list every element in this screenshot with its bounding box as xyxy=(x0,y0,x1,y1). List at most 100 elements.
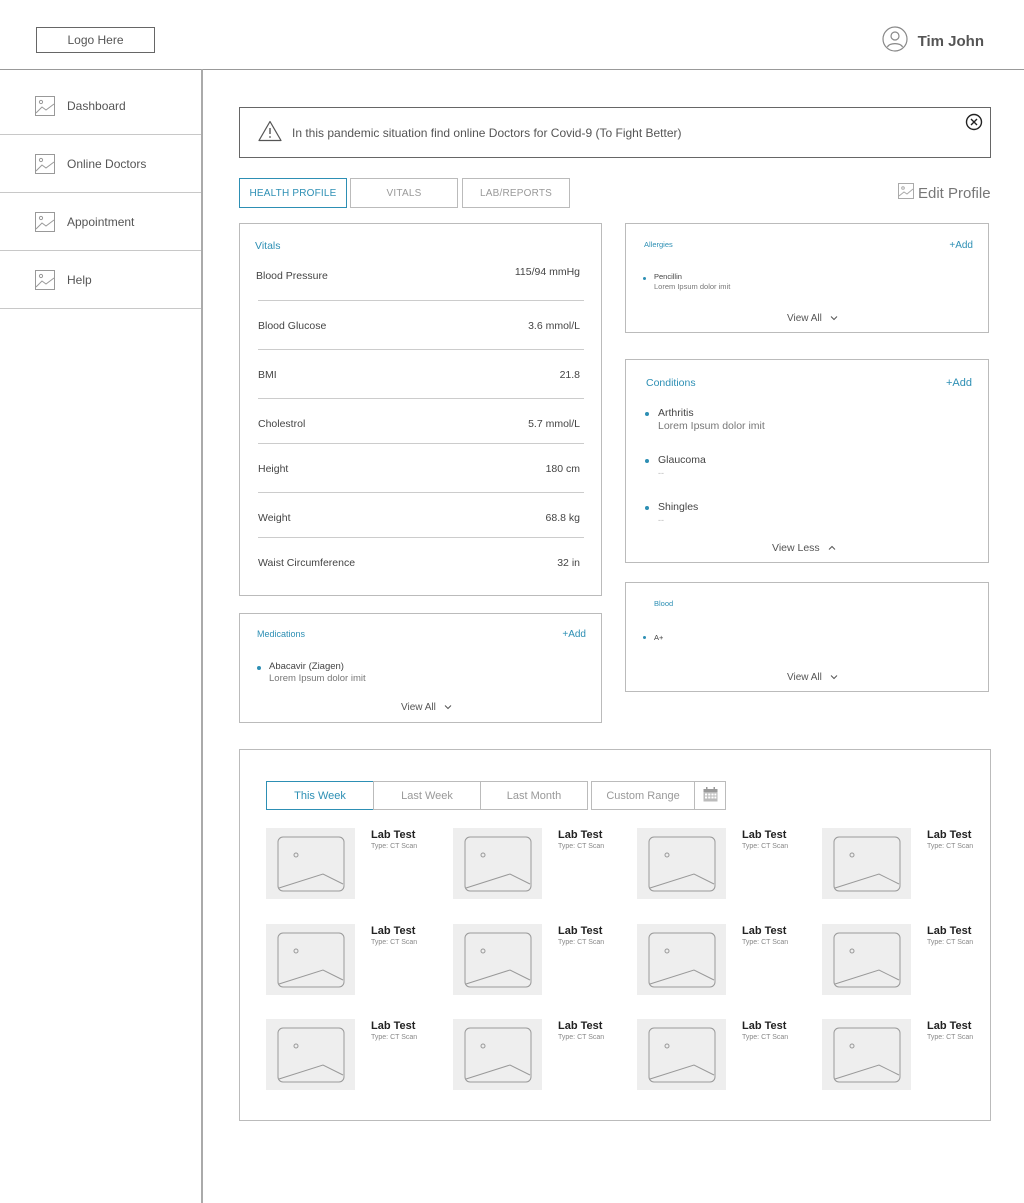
list-item: Abacavir (Ziagen) Lorem Ipsum dolor imit xyxy=(269,661,366,685)
lab-test-type: Type: CT Scan xyxy=(742,1034,789,1041)
lab-test-title: Lab Test xyxy=(742,829,787,841)
bullet-dot xyxy=(645,506,649,510)
calendar-icon xyxy=(703,786,718,805)
vitals-value: 115/94 mmHg xyxy=(514,266,580,278)
condition-sub: Lorem Ipsum dolor imit xyxy=(658,420,765,432)
vitals-value: 3.6 mmol/L xyxy=(528,320,580,332)
view-all-button[interactable]: View All xyxy=(787,313,838,324)
view-all-label: View All xyxy=(787,672,822,683)
lab-thumbnail-image-icon xyxy=(453,1019,542,1090)
view-all-button[interactable]: View All xyxy=(401,702,452,713)
lab-thumbnail-image-icon xyxy=(822,924,911,995)
lab-test-title: Lab Test xyxy=(558,925,603,937)
logo[interactable]: Logo Here xyxy=(36,27,155,53)
lab-test-type: Type: CT Scan xyxy=(371,1034,418,1041)
vitals-row: Weight 68.8 kg xyxy=(258,512,584,524)
blood-title: Blood xyxy=(654,599,674,608)
vitals-row: Cholestrol 5.7 mmol/L xyxy=(258,418,584,430)
lab-test-card[interactable]: Lab Test Type: CT Scan xyxy=(453,924,604,995)
vitals-value: 21.8 xyxy=(559,369,580,381)
sidebar-item-help[interactable]: Help xyxy=(0,251,201,309)
sidebar-item-dashboard[interactable]: Dashboard xyxy=(0,77,201,135)
bullet-dot xyxy=(643,277,646,280)
header-divider xyxy=(0,69,1024,70)
lab-test-type: Type: CT Scan xyxy=(558,843,605,850)
chevron-down-icon xyxy=(830,672,838,683)
lab-test-title: Lab Test xyxy=(558,829,603,841)
image-icon xyxy=(35,153,55,174)
view-less-button[interactable]: View Less xyxy=(772,542,836,554)
lab-test-title: Lab Test xyxy=(742,925,787,937)
lab-test-card[interactable]: Lab Test Type: CT Scan xyxy=(822,1019,973,1090)
allergies-card: Allergies +Add Pencillin Lorem Ipsum dol… xyxy=(625,223,989,333)
filter-custom-range[interactable]: Custom Range xyxy=(591,781,695,810)
tab-health-profile[interactable]: HEALTH PROFILE xyxy=(239,178,347,208)
tab-lab-reports[interactable]: LAB/REPORTS xyxy=(462,178,570,208)
lab-test-type: Type: CT Scan xyxy=(742,939,789,946)
vitals-label: Blood Glucose xyxy=(258,320,327,332)
chevron-down-icon xyxy=(830,313,838,324)
sidebar-item-label: Dashboard xyxy=(67,98,126,113)
list-item: Shingles -- xyxy=(658,501,698,527)
medication-sub: Lorem Ipsum dolor imit xyxy=(269,673,366,684)
lab-test-title: Lab Test xyxy=(371,925,416,937)
conditions-title: Conditions xyxy=(646,377,696,389)
lab-test-card[interactable]: Lab Test Type: CT Scan xyxy=(266,828,417,899)
medications-title: Medications xyxy=(257,629,306,639)
blood-type: A+ xyxy=(654,633,664,642)
lab-thumbnail-image-icon xyxy=(637,924,726,995)
lab-test-card[interactable]: Lab Test Type: CT Scan xyxy=(453,1019,604,1090)
filter-last-week[interactable]: Last Week xyxy=(373,781,481,810)
user-avatar-icon xyxy=(881,26,908,57)
image-icon xyxy=(35,269,55,290)
lab-test-title: Lab Test xyxy=(927,829,972,841)
user-menu[interactable]: Tim John xyxy=(881,26,984,57)
sidebar-item-label: Online Doctors xyxy=(67,156,147,171)
image-icon xyxy=(35,95,55,116)
edit-profile-button[interactable]: Edit Profile xyxy=(898,183,991,203)
divider xyxy=(258,537,584,538)
lab-test-title: Lab Test xyxy=(927,925,972,937)
lab-test-type: Type: CT Scan xyxy=(558,1034,605,1041)
sidebar-item-appointment[interactable]: Appointment xyxy=(0,193,201,251)
lab-test-type: Type: CT Scan xyxy=(927,843,974,850)
tab-vitals[interactable]: VITALS xyxy=(350,178,458,208)
view-all-button[interactable]: View All xyxy=(787,672,838,683)
lab-test-card[interactable]: Lab Test Type: CT Scan xyxy=(822,924,973,995)
vitals-value: 180 cm xyxy=(545,463,580,475)
condition-name: Arthritis xyxy=(658,407,694,419)
lab-test-card[interactable]: Lab Test Type: CT Scan xyxy=(266,1019,417,1090)
bullet-dot xyxy=(643,636,646,639)
lab-thumbnail-image-icon xyxy=(453,924,542,995)
add-medication-button[interactable]: +Add xyxy=(562,629,586,640)
lab-test-card[interactable]: Lab Test Type: CT Scan xyxy=(822,828,973,899)
image-icon xyxy=(35,211,55,232)
vitals-label: Waist Circumference xyxy=(258,557,356,569)
vitals-row: BMI 21.8 xyxy=(258,369,584,381)
allergies-title: Allergies xyxy=(644,240,673,249)
sidebar-item-online-doctors[interactable]: Online Doctors xyxy=(0,135,201,193)
lab-test-card[interactable]: Lab Test Type: CT Scan xyxy=(637,828,788,899)
add-allergy-button[interactable]: +Add xyxy=(949,240,973,251)
add-condition-button[interactable]: +Add xyxy=(946,377,972,389)
filter-last-month[interactable]: Last Month xyxy=(480,781,588,810)
filter-this-week[interactable]: This Week xyxy=(266,781,374,810)
view-less-label: View Less xyxy=(772,542,820,554)
condition-sub: -- xyxy=(658,468,664,478)
lab-test-card[interactable]: Lab Test Type: CT Scan xyxy=(637,1019,788,1090)
vitals-row: Height 180 cm xyxy=(258,463,584,475)
divider xyxy=(258,398,584,399)
lab-test-card[interactable]: Lab Test Type: CT Scan xyxy=(637,924,788,995)
calendar-button[interactable] xyxy=(694,781,726,810)
vitals-label: BMI xyxy=(258,369,277,381)
lab-thumbnail-image-icon xyxy=(453,828,542,899)
lab-test-card[interactable]: Lab Test Type: CT Scan xyxy=(266,924,417,995)
condition-name: Shingles xyxy=(658,501,699,513)
bullet-dot xyxy=(257,666,261,670)
user-name: Tim John xyxy=(917,33,984,50)
lab-thumbnail-image-icon xyxy=(637,828,726,899)
chevron-down-icon xyxy=(444,702,452,713)
close-icon[interactable] xyxy=(965,113,983,131)
lab-test-title: Lab Test xyxy=(371,829,416,841)
lab-test-card[interactable]: Lab Test Type: CT Scan xyxy=(453,828,604,899)
